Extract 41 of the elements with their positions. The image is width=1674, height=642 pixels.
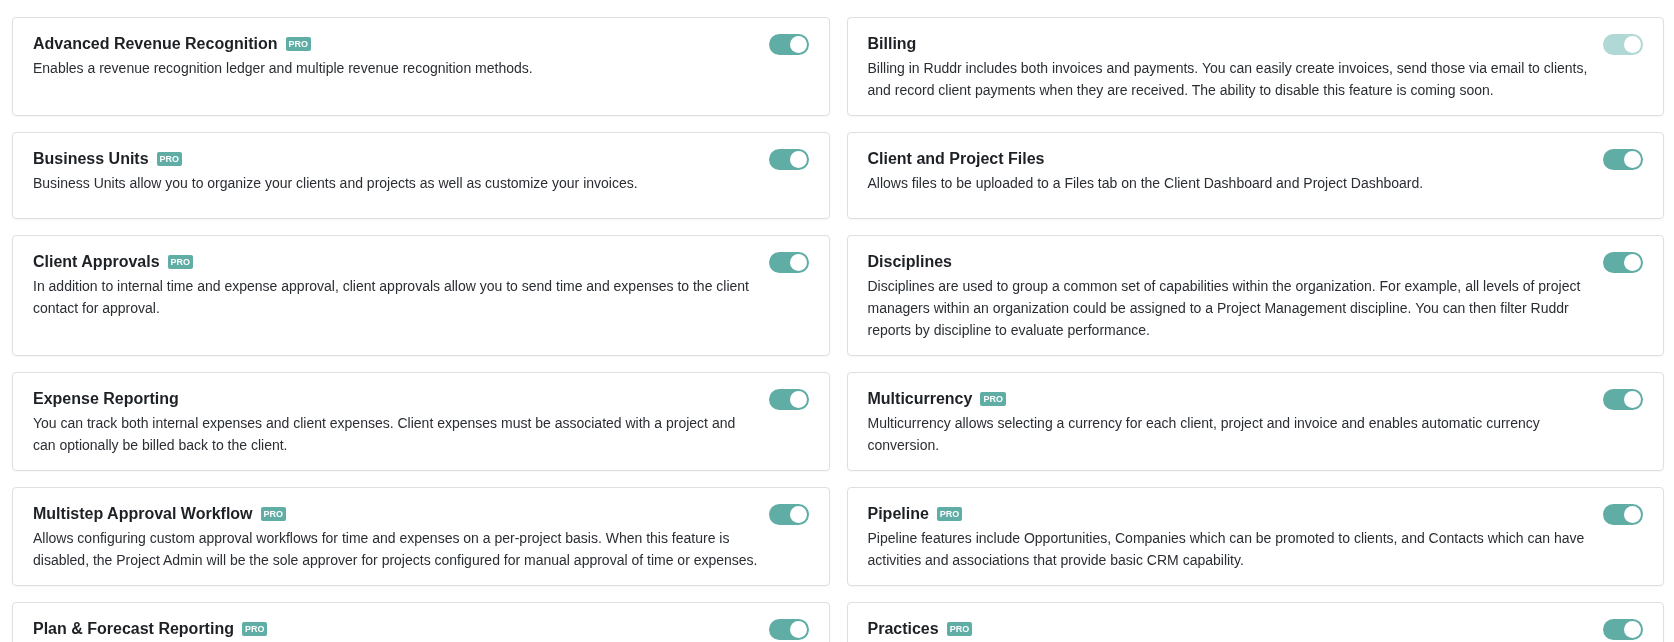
feature-title: Advanced Revenue Recognition — [33, 35, 278, 53]
feature-description: Billing in Ruddr includes both invoices and payments. You can easily create invoices, send those via email to clients, and record client payments when they are received. The ability to disable this feature is coming soon. — [867, 59, 1589, 100]
pro-badge: PRO — [167, 255, 194, 269]
pro-badge: PRO — [260, 507, 287, 521]
feature-title: Plan & Forecast Reporting — [33, 620, 234, 638]
feature-title: Expense Reporting — [33, 390, 179, 408]
feature-description: Allows files to be uploaded to a Files tab on the Client Dashboard and Project Dashboard. — [867, 174, 1425, 193]
pro-badge: PRO — [285, 37, 311, 51]
feature-title: Billing — [867, 35, 917, 53]
feature-description: Pipeline features include Opportunities, Companies which can be promoted to clients, and Contacts which can have activities and associations that provide basic CRM capability. — [867, 529, 1586, 570]
feature-title: Client and Project Files — [867, 150, 1045, 168]
feature-description: In addition to internal time and expense approval, client approvals allow you to send time and expenses to the client contact for approval. — [33, 277, 750, 318]
toggle-switch[interactable] — [768, 148, 809, 170]
feature-title: Practices — [867, 620, 939, 638]
feature-title: Pipeline — [867, 505, 929, 523]
pro-badge: PRO — [936, 507, 963, 521]
toggle-switch[interactable] — [1603, 251, 1643, 273]
toggle-switch[interactable] — [1603, 503, 1643, 525]
toggle-switch[interactable] — [1603, 388, 1643, 410]
feature-description: Enables a revenue recognition ledger and multiple revenue recognition methods. — [33, 59, 534, 78]
toggle-switch[interactable] — [768, 251, 809, 273]
feature-title: Disciplines — [867, 253, 952, 271]
toggle-switch[interactable] — [768, 503, 809, 525]
pro-badge: PRO — [980, 392, 1006, 406]
feature-description: Allows configuring custom approval workflows for time and expenses on a per-project basis. When this feature is disabled, the Project Admin will be the sole approver for projects configured for manual approval of time or expenses. — [33, 529, 759, 570]
feature-description: Multicurrency allows selecting a currency for each client, project and invoice and enables automatic currency conversion. — [867, 414, 1541, 455]
feature-title: Business Units — [33, 150, 149, 168]
toggle-switch[interactable] — [1603, 618, 1643, 640]
feature-description: You can track both internal expenses and client expenses. Client expenses must be associated with a project and can optionally be billed back to the client. — [33, 414, 737, 455]
feature-description: Business Units allow you to organize your clients and projects as well as customize your invoices. — [33, 174, 639, 193]
pro-badge: PRO — [156, 152, 183, 166]
pro-badge: PRO — [946, 622, 973, 636]
feature-title: Multicurrency — [867, 390, 973, 408]
pro-badge: PRO — [241, 622, 268, 636]
toggle-switch[interactable] — [768, 618, 809, 640]
feature-title: Client Approvals — [33, 253, 160, 271]
toggle-switch[interactable] — [768, 33, 809, 55]
toggle-switch[interactable] — [768, 388, 809, 410]
feature-description: Disciplines are used to group a common set of capabilities within the organization. For example, all levels of project managers within an organization could be assigned to a Project Management discipline. You can then filter Ruddr reports by discipline to evaluate performance. — [867, 277, 1582, 340]
toggle-switch[interactable] — [1603, 148, 1643, 170]
feature-title: Multistep Approval Workflow — [33, 505, 253, 523]
